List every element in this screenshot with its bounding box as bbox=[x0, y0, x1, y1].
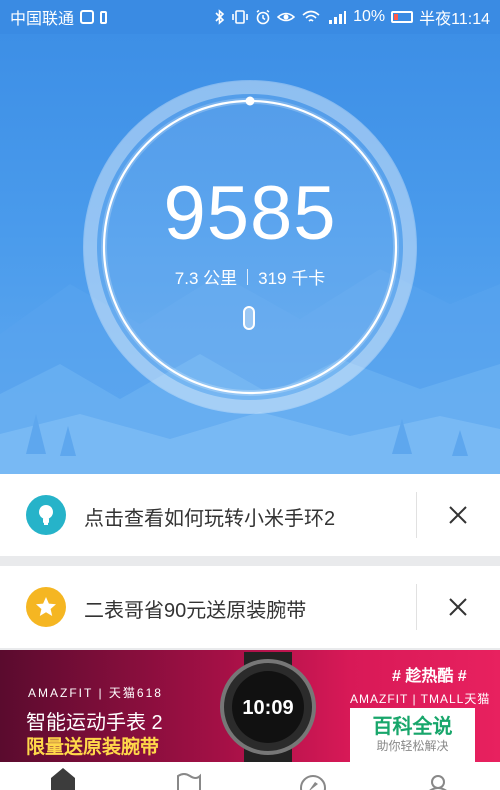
banner-brand: AMAZFIT | 天猫618 bbox=[28, 686, 163, 700]
nav-flag[interactable] bbox=[168, 762, 208, 790]
star-icon bbox=[26, 587, 66, 627]
battery-icon bbox=[391, 11, 414, 23]
baike-title: 百科全说 bbox=[372, 716, 453, 738]
banner-title: 智能运动手表 2 bbox=[26, 712, 163, 734]
close-icon bbox=[449, 506, 467, 524]
carrier-label: 中国联通 bbox=[10, 11, 75, 28]
banner-promo: 限量送原装腕带 bbox=[26, 737, 160, 758]
watch-image: 10:09 bbox=[220, 652, 316, 762]
flag-icon bbox=[176, 773, 201, 790]
bottom-nav bbox=[0, 762, 500, 790]
ad-banner[interactable]: AMAZFIT | 天猫618 智能运动手表 2 限量送原装腕带 10:09 #… bbox=[0, 650, 500, 762]
home-icon bbox=[50, 768, 75, 790]
battery-percent: 10% bbox=[353, 8, 386, 25]
status-bar-left: 中国联通 bbox=[10, 5, 108, 29]
clock: 半夜11:14 bbox=[419, 11, 490, 28]
distance-value: 7.3 公里 bbox=[174, 269, 238, 288]
alarm-icon bbox=[256, 9, 270, 25]
banner-tmall: AMAZFIT | TMALL天猫 bbox=[350, 692, 491, 706]
baike-badge: 百科全说 助你轻松解决 bbox=[350, 708, 475, 762]
status-bar: 中国联通 10% 半夜11:14 bbox=[0, 0, 500, 34]
close-icon bbox=[449, 598, 467, 616]
wifi-icon bbox=[302, 10, 320, 22]
nav-home[interactable] bbox=[43, 762, 83, 790]
nav-profile[interactable] bbox=[418, 762, 458, 790]
banner-tag: # 趁热酷 # bbox=[392, 668, 467, 685]
vibrate-icon bbox=[232, 10, 248, 24]
phone-icon bbox=[100, 10, 108, 24]
calories-value: 319 千卡 bbox=[258, 269, 326, 288]
nav-discover[interactable] bbox=[293, 762, 333, 790]
promo-card-text: 二表哥省90元送原装腕带 bbox=[84, 600, 307, 622]
watch-time: 10:09 bbox=[242, 697, 293, 719]
bluetooth-icon bbox=[215, 9, 225, 25]
profile-icon bbox=[428, 775, 447, 790]
card-divider bbox=[416, 584, 417, 630]
signal-icon bbox=[329, 11, 347, 24]
compass-icon bbox=[299, 775, 326, 790]
close-tip-button[interactable] bbox=[440, 497, 476, 533]
notification-icon bbox=[80, 10, 95, 24]
eye-icon bbox=[277, 12, 296, 22]
band-icon bbox=[243, 306, 255, 330]
steps-hero[interactable]: 9585 7.3 公里 319 千卡 bbox=[0, 34, 500, 474]
sub-stats: 7.3 公里 319 千卡 bbox=[0, 264, 500, 289]
tip-card[interactable]: 点击查看如何玩转小米手环2 bbox=[0, 474, 500, 556]
step-count: 9585 bbox=[163, 171, 337, 256]
status-bar-right: 10% 半夜11:14 bbox=[215, 5, 490, 29]
stats-divider bbox=[247, 268, 249, 285]
close-promo-button[interactable] bbox=[440, 589, 476, 625]
card-divider bbox=[416, 492, 417, 538]
lightbulb-icon bbox=[26, 495, 66, 535]
tip-card-text: 点击查看如何玩转小米手环2 bbox=[84, 508, 336, 530]
promo-card[interactable]: 二表哥省90元送原装腕带 bbox=[0, 566, 500, 648]
baike-subtitle: 助你轻松解决 bbox=[376, 739, 449, 753]
